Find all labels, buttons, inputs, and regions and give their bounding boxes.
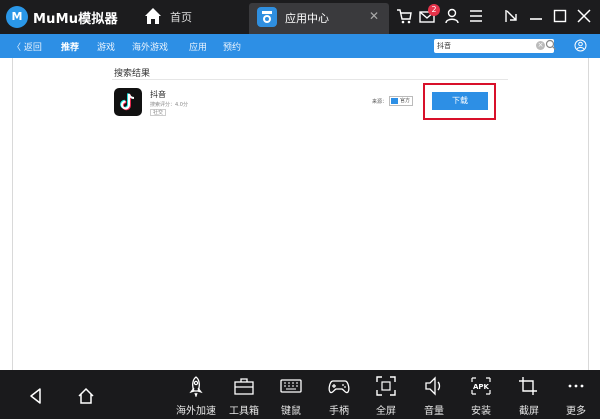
content-right-border bbox=[588, 58, 589, 370]
results-divider bbox=[112, 79, 508, 80]
user-profile-icon[interactable] bbox=[443, 7, 461, 25]
tool-label: 音量 bbox=[424, 406, 444, 417]
notification-badge: 2 bbox=[428, 4, 440, 16]
mumu-logo-icon: M bbox=[6, 6, 28, 28]
tool-label: 全屏 bbox=[376, 406, 396, 417]
clear-search-icon[interactable]: × bbox=[536, 41, 545, 50]
keyboard-icon bbox=[280, 379, 302, 393]
more-button[interactable]: 更多 bbox=[552, 375, 600, 419]
volume-button[interactable]: 音量 bbox=[410, 375, 458, 419]
tool-label: 更多 bbox=[566, 406, 586, 417]
app-category-tag: 社交 bbox=[150, 109, 167, 116]
overseas-accel-button[interactable]: 海外加速 bbox=[172, 375, 220, 419]
screenshot-button[interactable]: 截屏 bbox=[505, 375, 553, 419]
nav-item-overseas-games[interactable]: 海外游戏 bbox=[132, 40, 168, 53]
search-input[interactable] bbox=[437, 40, 529, 52]
back-button[interactable]: 〈 返回 bbox=[12, 40, 42, 53]
back-nav-icon[interactable] bbox=[26, 386, 46, 406]
category-nav-bar: 〈 返回 推荐 游戏 海外游戏 应用 预约 × bbox=[0, 34, 600, 58]
nav-item-reservations[interactable]: 预约 bbox=[223, 40, 241, 53]
download-button[interactable]: 下载 bbox=[432, 92, 488, 110]
nav-item-recommend[interactable]: 推荐 bbox=[61, 40, 79, 53]
tool-label: 手柄 bbox=[329, 406, 349, 417]
tool-label: 键鼠 bbox=[281, 406, 301, 417]
source-icon bbox=[391, 98, 398, 104]
tool-label: 海外加速 bbox=[176, 406, 216, 417]
tab-app-center[interactable]: 应用中心 ✕ bbox=[249, 3, 389, 34]
maximize-icon[interactable] bbox=[551, 7, 569, 25]
tab-home[interactable]: 首页 bbox=[140, 3, 240, 31]
toolbox-icon bbox=[234, 378, 254, 395]
fullscreen-button[interactable]: 全屏 bbox=[362, 375, 410, 419]
more-icon bbox=[568, 384, 584, 388]
home-nav-icon[interactable] bbox=[76, 386, 96, 406]
cart-icon[interactable] bbox=[395, 7, 413, 25]
app-name[interactable]: 抖音 bbox=[150, 89, 166, 100]
app-center-icon bbox=[257, 7, 277, 27]
minimize-to-corner-icon[interactable] bbox=[503, 7, 521, 25]
title-bar: M MuMu模拟器 首页 应用中心 ✕ 2 bbox=[0, 0, 600, 34]
install-apk-button[interactable]: APK 安装 bbox=[457, 375, 505, 419]
minimize-icon[interactable] bbox=[527, 7, 545, 25]
close-window-icon[interactable] bbox=[575, 7, 593, 25]
search-results-panel bbox=[0, 58, 600, 370]
fullscreen-icon bbox=[376, 376, 396, 396]
toolbox-button[interactable]: 工具箱 bbox=[220, 375, 268, 419]
crop-icon bbox=[519, 377, 537, 395]
gamepad-button[interactable]: 手柄 bbox=[315, 375, 363, 419]
content-left-border bbox=[12, 58, 13, 370]
svg-text:APK: APK bbox=[473, 383, 490, 391]
bottom-toolbar: 海外加速 工具箱 键鼠 手柄 全屏 音量 APK 安装 截屏 更多 bbox=[0, 370, 600, 419]
tool-label: 截屏 bbox=[519, 406, 539, 417]
tool-label: 工具箱 bbox=[229, 406, 259, 417]
search-results-title: 搜索结果 bbox=[114, 69, 151, 79]
douyin-app-icon[interactable] bbox=[114, 88, 142, 116]
app-rating: 搜索评分：4.0分 bbox=[150, 102, 188, 108]
source-name: 官方 bbox=[400, 98, 411, 104]
tab-home-label: 首页 bbox=[170, 11, 192, 24]
source-badge: 官方 bbox=[389, 96, 413, 106]
tool-label: 安装 bbox=[471, 406, 491, 417]
nav-item-apps[interactable]: 应用 bbox=[189, 40, 207, 53]
tab-app-center-label: 应用中心 bbox=[285, 12, 329, 25]
nav-item-games[interactable]: 游戏 bbox=[97, 40, 115, 53]
home-icon bbox=[145, 8, 161, 24]
tab-close-icon[interactable]: ✕ bbox=[369, 9, 379, 23]
apk-icon: APK bbox=[471, 377, 491, 395]
account-icon[interactable] bbox=[574, 39, 587, 52]
menu-icon[interactable] bbox=[467, 7, 485, 25]
search-icon[interactable] bbox=[545, 39, 557, 51]
gamepad-icon bbox=[328, 380, 350, 394]
app-title: MuMu模拟器 bbox=[33, 12, 118, 27]
keymouse-button[interactable]: 键鼠 bbox=[267, 375, 315, 419]
rocket-icon bbox=[189, 376, 203, 397]
search-box: × bbox=[434, 39, 554, 53]
source-label: 来源： bbox=[372, 99, 388, 105]
volume-icon bbox=[425, 376, 441, 396]
